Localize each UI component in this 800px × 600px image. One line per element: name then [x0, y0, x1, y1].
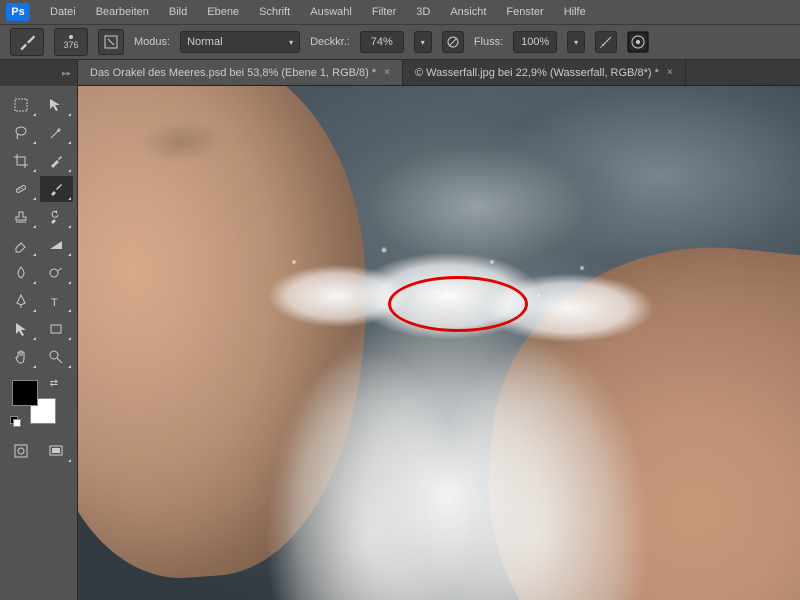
size-pressure-toggle[interactable]	[627, 31, 649, 53]
airbrush-toggle[interactable]	[595, 31, 617, 53]
flow-value: 100%	[521, 36, 549, 48]
tool-blur[interactable]	[4, 260, 38, 286]
tool-type[interactable]: T	[40, 288, 74, 314]
tool-lasso[interactable]	[4, 120, 38, 146]
tool-shape[interactable]	[40, 316, 74, 342]
annotation-red-ellipse	[388, 276, 528, 332]
svg-text:T: T	[51, 297, 58, 309]
brush-preset-picker[interactable]: 376	[54, 28, 88, 56]
tool-eyedropper[interactable]	[40, 148, 74, 174]
opacity-dropdown[interactable]: ▾	[414, 31, 432, 53]
brush-panel-toggle[interactable]	[98, 29, 124, 55]
tool-quickmask[interactable]	[4, 438, 38, 464]
app-logo[interactable]: Ps	[6, 3, 30, 21]
tab-label: © Wasserfall.jpg bei 22,9% (Wasserfall, …	[415, 67, 659, 79]
tool-marquee[interactable]	[4, 92, 38, 118]
document-tab-active[interactable]: Das Orakel des Meeres.psd bei 53,8% (Ebe…	[78, 60, 403, 85]
menu-datei[interactable]: Datei	[40, 2, 86, 22]
tool-dodge[interactable]	[40, 260, 74, 286]
tool-stamp[interactable]	[4, 204, 38, 230]
menu-schrift[interactable]: Schrift	[249, 2, 300, 22]
canvas-viewport[interactable]	[78, 86, 800, 600]
swap-colors-icon[interactable]: ⇄	[50, 378, 58, 389]
close-icon[interactable]: ×	[667, 67, 673, 78]
blend-mode-value: Normal	[187, 36, 222, 48]
brush-panel-icon	[103, 34, 119, 50]
tool-move[interactable]	[40, 92, 74, 118]
menu-ansicht[interactable]: Ansicht	[440, 2, 496, 22]
menu-3d[interactable]: 3D	[406, 2, 440, 22]
options-bar: 376 Modus: Normal ▾ Deckkr.: 74% ▾ Fluss…	[0, 24, 800, 60]
brush-icon	[17, 32, 37, 52]
tool-heal[interactable]	[4, 176, 38, 202]
tool-magic-wand[interactable]	[40, 120, 74, 146]
tool-screenmode[interactable]	[40, 438, 74, 464]
tool-preset-picker[interactable]	[10, 28, 44, 56]
tool-pen[interactable]	[4, 288, 38, 314]
foreground-color-swatch[interactable]	[12, 380, 38, 406]
menu-fenster[interactable]: Fenster	[496, 2, 553, 22]
brush-size-value: 376	[63, 40, 78, 50]
flow-input[interactable]: 100%	[513, 31, 557, 53]
modus-label: Modus:	[134, 36, 170, 48]
flow-label: Fluss:	[474, 36, 503, 48]
flow-dropdown[interactable]: ▾	[567, 31, 585, 53]
document-canvas[interactable]	[78, 86, 800, 600]
menu-hilfe[interactable]: Hilfe	[554, 2, 596, 22]
menubar: Ps Datei Bearbeiten Bild Ebene Schrift A…	[0, 0, 800, 24]
chevron-down-icon: ▾	[289, 38, 293, 47]
panel-collapse-button[interactable]: ▸▸	[0, 60, 78, 86]
document-tab-inactive[interactable]: © Wasserfall.jpg bei 22,9% (Wasserfall, …	[403, 60, 686, 85]
tool-history-brush[interactable]	[40, 204, 74, 230]
tool-brush[interactable]	[40, 176, 74, 202]
opacity-value: 74%	[371, 36, 393, 48]
menu-bild[interactable]: Bild	[159, 2, 197, 22]
close-icon[interactable]: ×	[384, 67, 390, 78]
tools-panel: ▸▸ T ⇄	[0, 86, 78, 600]
menu-auswahl[interactable]: Auswahl	[300, 2, 362, 22]
menu-filter[interactable]: Filter	[362, 2, 406, 22]
tool-hand[interactable]	[4, 344, 38, 370]
opacity-label: Deckkr.:	[310, 36, 350, 48]
tool-gradient[interactable]	[40, 232, 74, 258]
tool-path-select[interactable]	[4, 316, 38, 342]
menu-ebene[interactable]: Ebene	[197, 2, 249, 22]
tool-eraser[interactable]	[4, 232, 38, 258]
tab-label: Das Orakel des Meeres.psd bei 53,8% (Ebe…	[90, 67, 376, 79]
pressure-size-icon	[631, 35, 645, 49]
menu-bearbeiten[interactable]: Bearbeiten	[86, 2, 159, 22]
color-swatches: ⇄	[12, 380, 56, 424]
tool-zoom[interactable]	[40, 344, 74, 370]
opacity-pressure-toggle[interactable]	[442, 31, 464, 53]
document-tab-bar: Das Orakel des Meeres.psd bei 53,8% (Ebe…	[0, 60, 800, 86]
airbrush-icon	[599, 35, 613, 49]
tool-crop[interactable]	[4, 148, 38, 174]
blend-mode-select[interactable]: Normal ▾	[180, 31, 300, 53]
pressure-opacity-icon	[446, 35, 460, 49]
opacity-input[interactable]: 74%	[360, 31, 404, 53]
default-colors-icon[interactable]	[10, 416, 20, 426]
brush-dot-icon	[69, 35, 73, 39]
